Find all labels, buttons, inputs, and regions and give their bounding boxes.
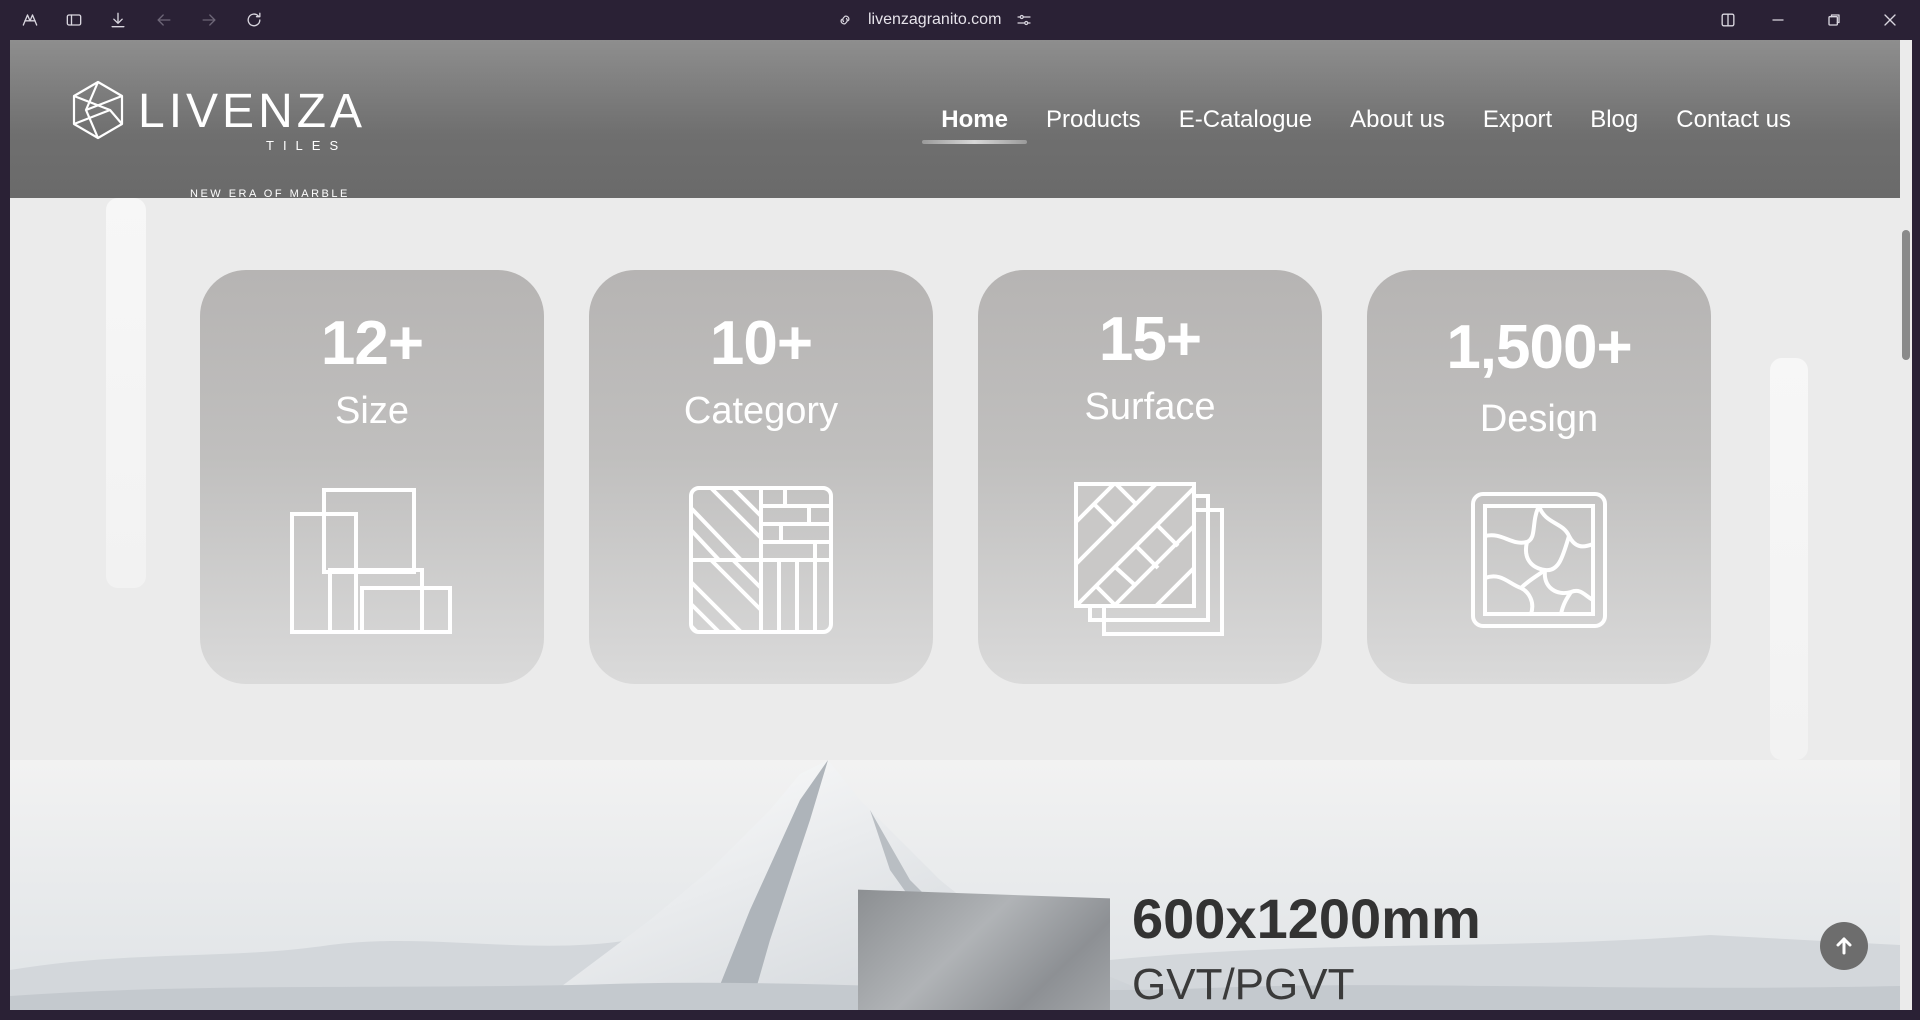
reload-icon[interactable] <box>242 8 266 32</box>
restore-icon[interactable] <box>1822 8 1846 32</box>
page-scrollbar[interactable] <box>1900 40 1912 1010</box>
stat-label: Size <box>335 390 409 432</box>
site-logo[interactable]: LIVENZA TILES NEW ERA OF MARBLE <box>70 78 362 200</box>
stat-card-size: 12+ Size <box>200 270 544 684</box>
back-icon[interactable] <box>152 8 176 32</box>
download-icon[interactable] <box>106 8 130 32</box>
decorative-bar <box>106 198 146 588</box>
main-nav: Home Products E-Catalogue About us Expor… <box>922 102 1810 144</box>
logo-subtitle: TILES <box>266 138 348 153</box>
nav-export[interactable]: Export <box>1464 102 1571 142</box>
minimize-icon[interactable] <box>1766 8 1790 32</box>
site-settings-icon[interactable] <box>1015 11 1033 29</box>
link-icon <box>840 15 850 25</box>
stats-section: 12+ Size 10+ Category 15+ Surface 1,500+… <box>10 198 1900 760</box>
stat-card-design: 1,500+ Design <box>1367 270 1711 684</box>
stat-card-category: 10+ Category <box>589 270 933 684</box>
stat-value: 12+ <box>320 309 424 378</box>
tile-pattern-icon <box>689 486 833 634</box>
hero-product-section: 600x1200mm GVT/PGVT <box>10 760 1900 1010</box>
stat-card-surface: 15+ Surface <box>978 270 1322 684</box>
tile-stack-icon <box>1074 482 1224 636</box>
site-header: LIVENZA TILES NEW ERA OF MARBLE Home Pro… <box>10 40 1900 200</box>
stat-value: 1,500+ <box>1446 313 1632 382</box>
product-type-heading: GVT/PGVT <box>1132 960 1355 1009</box>
nav-products[interactable]: Products <box>1027 102 1160 142</box>
product-size-heading: 600x1200mm <box>1132 887 1481 950</box>
stat-value: 10+ <box>709 309 813 378</box>
nav-e-catalogue[interactable]: E-Catalogue <box>1160 102 1331 142</box>
forward-icon[interactable] <box>197 8 221 32</box>
stat-label: Design <box>1479 398 1599 440</box>
marble-design-icon <box>1471 492 1607 628</box>
arrow-up-icon <box>1836 937 1852 955</box>
url-text: livenzagranito.com <box>868 11 1002 28</box>
address-bar[interactable]: livenzagranito.com <box>836 8 1033 32</box>
close-icon[interactable] <box>1878 8 1902 32</box>
stat-label: Surface <box>1084 386 1216 428</box>
nav-about-us[interactable]: About us <box>1331 102 1464 142</box>
nav-home[interactable]: Home <box>922 102 1027 144</box>
tile-sizes-icon <box>290 488 452 634</box>
stat-label: Category <box>683 390 839 432</box>
sidebar-icon[interactable] <box>62 8 86 32</box>
app-menu-icon[interactable] <box>18 8 42 32</box>
split-view-icon[interactable] <box>1716 8 1740 32</box>
decorative-bar <box>1770 358 1808 760</box>
stat-value: 15+ <box>1098 305 1202 374</box>
scroll-to-top-button[interactable] <box>1820 922 1868 970</box>
logo-wordmark: LIVENZA <box>138 85 367 138</box>
nav-contact-us[interactable]: Contact us <box>1657 102 1810 142</box>
product-tile-image[interactable] <box>858 889 1110 1010</box>
nav-blog[interactable]: Blog <box>1571 102 1657 142</box>
web-page: LIVENZA TILES NEW ERA OF MARBLE Home Pro… <box>10 40 1900 1010</box>
scrollbar-thumb[interactable] <box>1902 230 1910 360</box>
browser-toolbar: livenzagranito.com <box>0 0 1920 40</box>
logo-mark-icon <box>72 80 124 140</box>
